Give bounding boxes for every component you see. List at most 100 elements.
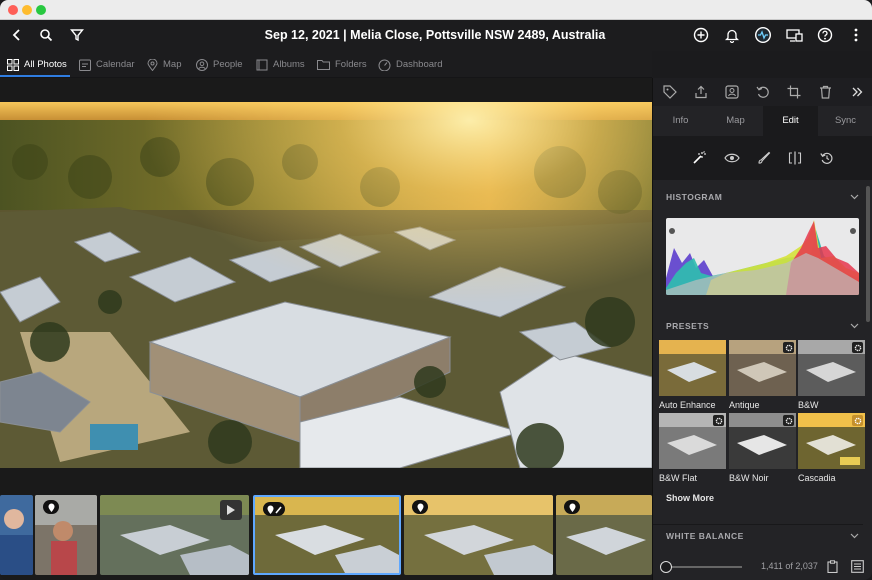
calendar-icon: [79, 59, 91, 71]
tag-icon[interactable]: [663, 85, 677, 99]
trash-icon[interactable]: [819, 85, 832, 99]
tab-albums[interactable]: Albums: [256, 51, 305, 78]
tab-folders[interactable]: Folders: [317, 51, 367, 78]
presets-header[interactable]: PRESETS: [653, 321, 863, 335]
panel-tab-info[interactable]: Info: [653, 106, 708, 136]
location-badge: [412, 500, 428, 514]
search-button[interactable]: [35, 24, 57, 46]
tab-calendar[interactable]: Calendar: [79, 51, 135, 78]
filmstrip-thumbnail[interactable]: [35, 495, 97, 575]
preset-antique[interactable]: Antique: [729, 340, 796, 410]
preset-thumbnail: [798, 340, 865, 396]
preset-settings-icon[interactable]: [713, 415, 724, 426]
revert-history-icon[interactable]: [820, 151, 834, 165]
brush-icon[interactable]: [757, 151, 771, 165]
window-title: Sep 12, 2021 | Melia Close, Pottsville N…: [264, 28, 606, 42]
zoom-slider-track[interactable]: [662, 566, 742, 568]
zoom-window-button[interactable]: [36, 5, 46, 15]
map-pin-icon: [417, 503, 423, 512]
clipboard-icon[interactable]: [827, 560, 838, 573]
preset-bw-flat[interactable]: B&W Flat: [659, 413, 726, 483]
add-button[interactable]: [690, 24, 712, 46]
share-icon[interactable]: [694, 85, 708, 99]
white-balance-title: WHITE BALANCE: [666, 531, 744, 541]
top-toolbar: Sep 12, 2021 | Melia Close, Pottsville N…: [0, 20, 872, 51]
preset-label: Auto Enhance: [659, 400, 716, 410]
white-balance-header[interactable]: WHITE BALANCE: [653, 531, 863, 545]
preset-thumbnail: [659, 340, 726, 396]
bell-icon: [725, 29, 739, 43]
right-panel: Info Map Edit Sync HISTOGRAM PRESETS Aut…: [652, 78, 872, 580]
histogram-title: HISTOGRAM: [666, 192, 723, 202]
photo-counter: 1,411 of 2,037: [761, 561, 818, 571]
preset-settings-icon[interactable]: [783, 415, 794, 426]
monitor-icon: [786, 29, 803, 42]
tab-all-photos[interactable]: All Photos: [7, 51, 67, 78]
main-photo[interactable]: [0, 102, 652, 468]
pin-edited-icon: [267, 505, 282, 514]
double-chevron-right-icon[interactable]: [851, 86, 863, 98]
close-window-button[interactable]: [8, 5, 18, 15]
folder-icon: [317, 60, 330, 70]
help-button[interactable]: [814, 24, 836, 46]
panel-tab-map[interactable]: Map: [708, 106, 763, 136]
preset-settings-icon[interactable]: [852, 342, 863, 353]
filter-button[interactable]: [66, 24, 88, 46]
list-view-icon[interactable]: [851, 560, 864, 573]
crop-icon[interactable]: [787, 85, 801, 99]
view-tabs: All Photos Calendar Map People Albums Fo…: [0, 51, 652, 78]
filmstrip: [0, 492, 652, 580]
play-icon: [227, 505, 235, 515]
tab-label: Albums: [273, 59, 305, 70]
filmstrip-thumbnail-selected[interactable]: [253, 495, 401, 575]
rotate-icon[interactable]: [756, 85, 770, 99]
filmstrip-thumbnail[interactable]: [404, 495, 553, 575]
filter-icon: [70, 29, 84, 42]
person-icon: [196, 58, 208, 71]
eye-icon[interactable]: [724, 151, 740, 165]
back-button[interactable]: [6, 24, 28, 46]
preset-cascadia[interactable]: Cascadia: [798, 413, 865, 483]
tab-people[interactable]: People: [196, 51, 243, 78]
preset-label: Antique: [729, 400, 760, 410]
vertical-dots-icon: [854, 28, 858, 42]
display-button[interactable]: [784, 24, 806, 46]
activity-button[interactable]: [752, 24, 774, 46]
play-video-button[interactable]: [220, 500, 242, 520]
map-pin-icon: [147, 58, 158, 71]
preset-bw[interactable]: B&W: [798, 340, 865, 410]
preset-thumbnail: [798, 413, 865, 469]
zoom-slider-thumb[interactable]: [660, 561, 672, 573]
filmstrip-thumbnail[interactable]: [0, 495, 33, 575]
minimize-window-button[interactable]: [22, 5, 32, 15]
notifications-button[interactable]: [721, 24, 743, 46]
location-badge: [564, 500, 580, 514]
compare-icon[interactable]: [788, 151, 802, 165]
preset-settings-icon[interactable]: [783, 342, 794, 353]
back-arrow-icon: [12, 29, 20, 41]
tab-dashboard[interactable]: Dashboard: [378, 51, 442, 78]
preset-auto-enhance[interactable]: Auto Enhance: [659, 340, 726, 410]
preset-thumbnail: [729, 340, 796, 396]
panel-tab-edit[interactable]: Edit: [763, 106, 818, 136]
filmstrip-thumbnail[interactable]: [100, 495, 249, 575]
more-menu-button[interactable]: [845, 24, 867, 46]
edit-tools-row: [653, 136, 872, 180]
dashboard-icon: [378, 59, 391, 71]
filmstrip-thumbnail[interactable]: [556, 495, 652, 575]
plus-circle-icon: [693, 27, 709, 43]
preset-settings-icon[interactable]: [852, 415, 863, 426]
face-tag-icon[interactable]: [725, 85, 739, 99]
magic-wand-icon[interactable]: [692, 151, 706, 165]
tab-map[interactable]: Map: [147, 51, 181, 78]
preset-bw-noir[interactable]: B&W Noir: [729, 413, 796, 483]
presets-title: PRESETS: [666, 321, 710, 331]
tab-label: Map: [163, 59, 182, 70]
show-more-button[interactable]: Show More: [666, 493, 714, 503]
histogram-header[interactable]: HISTOGRAM: [653, 192, 863, 206]
panel-scrollbar[interactable]: [866, 186, 870, 322]
preset-label: B&W Flat: [659, 473, 698, 483]
tab-label: Folders: [335, 59, 367, 70]
panel-tab-sync[interactable]: Sync: [818, 106, 872, 136]
grid-icon: [7, 58, 19, 71]
